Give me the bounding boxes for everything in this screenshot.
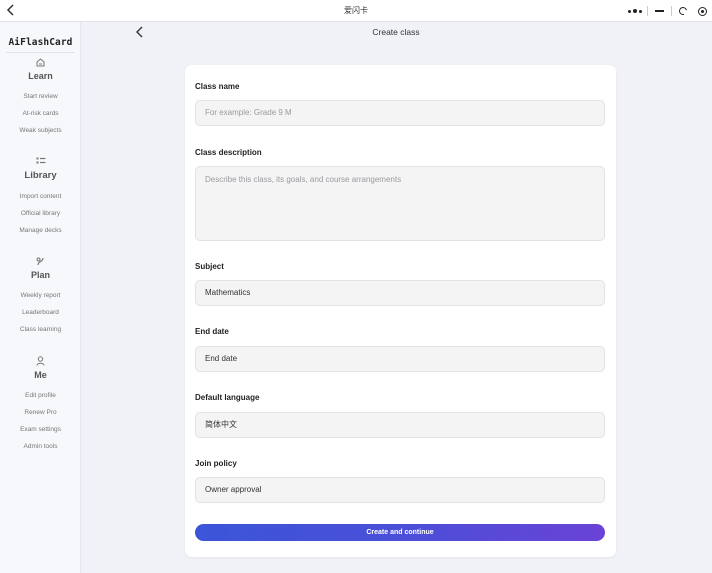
end-date-label: End date — [195, 327, 229, 336]
sidebar-item-weak-subjects[interactable]: Weak subjects — [0, 122, 81, 139]
sidebar-item-manage-decks[interactable]: Manage decks — [0, 222, 81, 239]
sidebar-item-start-review[interactable]: Start review — [0, 88, 81, 105]
plan-icon — [0, 255, 81, 267]
subject-select[interactable]: Mathematics — [195, 280, 605, 306]
minimize-icon — [654, 10, 664, 12]
brand-divider — [6, 52, 75, 53]
minimize-button[interactable] — [650, 0, 668, 22]
list-icon — [0, 155, 81, 167]
sidebar-section-title: Plan — [30, 270, 50, 280]
refresh-icon — [677, 5, 689, 17]
sidebar-item-exam-settings[interactable]: Exam settings — [0, 421, 81, 438]
class-name-input[interactable]: For example: Grade 9 M — [195, 100, 605, 126]
sidebar-section-plan: Plan Weekly report Leaderboard Class lea… — [0, 255, 81, 338]
sidebar-item-renew-pro[interactable]: Renew Pro — [0, 404, 81, 421]
sidebar-section-title: Learn — [28, 71, 53, 81]
create-and-continue-button[interactable]: Create and continue — [195, 524, 605, 541]
create-class-form: Class name For example: Grade 9 M Class … — [185, 65, 616, 557]
window-title: 爱闪卡 — [344, 6, 368, 15]
default-language-select[interactable]: 简体中文 — [195, 412, 605, 438]
record-icon — [697, 6, 707, 16]
sidebar-item-admin-tools[interactable]: Admin tools — [0, 438, 81, 455]
sidebar-item-weekly-report[interactable]: Weekly report — [0, 287, 81, 304]
more-dots-icon — [628, 9, 642, 13]
class-name-label: Class name — [195, 82, 240, 91]
sidebar-item-official-library[interactable]: Official library — [0, 205, 81, 222]
class-description-label: Class description — [195, 148, 262, 157]
page-title: Create class — [372, 27, 420, 37]
join-policy-select[interactable]: Owner approval — [195, 477, 605, 503]
sidebar-item-at-risk-cards[interactable]: At-risk cards — [0, 105, 81, 122]
close-button[interactable] — [693, 0, 711, 22]
chevron-left-icon — [136, 26, 143, 38]
sidebar-section-me: Me Edit profile Renew Pro Exam settings … — [0, 355, 81, 455]
sidebar-section-title: Library — [24, 170, 57, 181]
sidebar-item-import-content[interactable]: Import content — [0, 188, 81, 205]
class-description-textarea[interactable]: Describe this class, its goals, and cour… — [195, 166, 605, 241]
sidebar-section-title: Me — [34, 370, 47, 380]
back-button[interactable] — [134, 25, 146, 39]
subject-label: Subject — [195, 262, 224, 271]
sidebar: AiFlashCard Learn Start review At-risk c… — [0, 22, 81, 573]
home-icon — [0, 56, 81, 68]
refresh-button[interactable] — [674, 0, 692, 22]
join-policy-label: Join policy — [195, 459, 237, 468]
end-date-picker[interactable]: End date — [195, 346, 605, 372]
user-icon — [0, 355, 81, 367]
sidebar-item-edit-profile[interactable]: Edit profile — [0, 387, 81, 404]
brand-logo: AiFlashCard — [8, 37, 73, 48]
sidebar-section-library: Library Import content Official library … — [0, 155, 81, 239]
sidebar-item-leaderboard[interactable]: Leaderboard — [0, 304, 81, 321]
titlebar-divider — [671, 6, 672, 16]
sidebar-item-class-learning[interactable]: Class learning — [0, 321, 81, 338]
more-button[interactable] — [626, 0, 644, 22]
window-controls — [626, 0, 712, 22]
titlebar-divider — [647, 6, 648, 16]
sidebar-section-learn: Learn Start review At-risk cards Weak su… — [0, 56, 81, 139]
window-titlebar: 爱闪卡 — [0, 0, 712, 22]
default-language-label: Default language — [195, 393, 260, 402]
